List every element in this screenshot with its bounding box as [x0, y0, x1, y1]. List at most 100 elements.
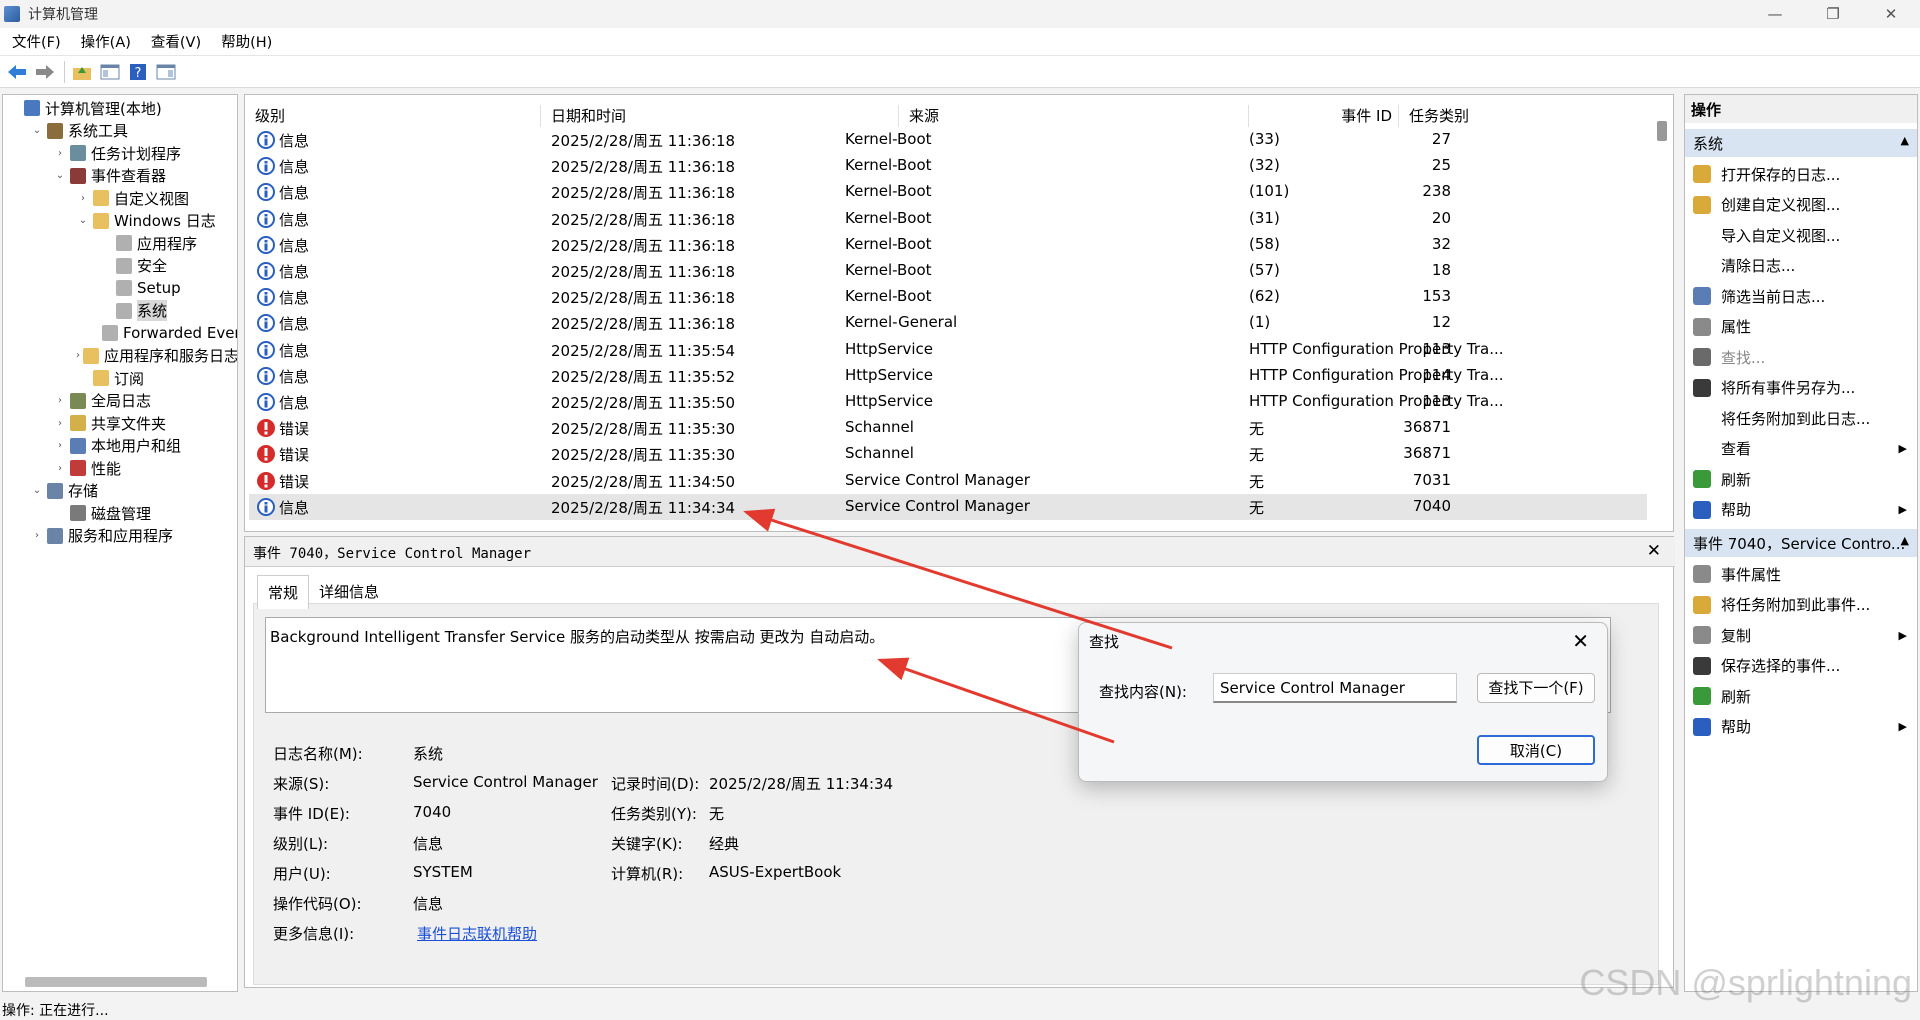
column-header-event-id[interactable]: 事件 ID: [1249, 105, 1399, 127]
action-item-label: 创建自定义视图...: [1721, 196, 1841, 214]
back-button[interactable]: [4, 59, 30, 85]
chevron-right-icon[interactable]: ›: [53, 395, 67, 406]
table-row[interactable]: 信息 2025/2/28/周五 11:36:18 Kernel-Boot 32 (58): [249, 232, 1647, 258]
tree-item[interactable]: ⌄ 事件查看器: [3, 165, 237, 188]
column-header-task-category[interactable]: 任务类别: [1399, 105, 1655, 127]
tree-item[interactable]: 应用程序: [3, 232, 237, 255]
action-item[interactable]: 帮助 ▶: [1685, 495, 1917, 525]
tree-item[interactable]: 系统: [3, 300, 237, 323]
tree-item[interactable]: › 共享文件夹: [3, 412, 237, 435]
maximize-button[interactable]: ❐: [1804, 0, 1862, 28]
action-item[interactable]: 创建自定义视图...: [1685, 190, 1917, 220]
table-row[interactable]: 错误 2025/2/28/周五 11:35:30 Schannel 36871 无: [249, 441, 1647, 467]
menu-action[interactable]: 操作(A): [69, 31, 139, 52]
tab-details[interactable]: 详细信息: [309, 575, 389, 609]
action-item[interactable]: 保存选择的事件...: [1685, 651, 1917, 681]
chevron-down-icon[interactable]: ⌄: [76, 215, 90, 226]
detail-close-icon[interactable]: ✕: [1647, 541, 1661, 561]
tree-item-label: 自定义视图: [114, 189, 190, 208]
chevron-right-icon[interactable]: ›: [30, 530, 44, 541]
tree-item[interactable]: 订阅: [3, 367, 237, 390]
cancel-button[interactable]: 取消(C): [1477, 735, 1595, 765]
action-item[interactable]: 导入自定义视图...: [1685, 220, 1917, 250]
menu-view[interactable]: 查看(V): [139, 31, 209, 52]
table-row[interactable]: 信息 2025/2/28/周五 11:36:18 Kernel-Boot 18 (57): [249, 258, 1647, 284]
tree-item[interactable]: ⌄ Windows 日志: [3, 210, 237, 233]
tree-item[interactable]: › 本地用户和组: [3, 435, 237, 458]
tree-item[interactable]: 磁盘管理: [3, 502, 237, 525]
table-row[interactable]: 信息 2025/2/28/周五 11:35:50 HttpService 113 HTT…: [249, 389, 1647, 415]
tree-item[interactable]: 安全: [3, 255, 237, 278]
menu-help[interactable]: 帮助(H): [209, 31, 280, 52]
action-item[interactable]: 打开保存的日志...: [1685, 159, 1917, 189]
tree-item[interactable]: › 任务计划程序: [3, 142, 237, 165]
table-row[interactable]: 信息 2025/2/28/周五 11:35:54 HttpService 113 HTT…: [249, 337, 1647, 363]
table-row[interactable]: 信息 2025/2/28/周五 11:34:34 Service Control M…: [249, 493, 1647, 520]
table-row[interactable]: 信息 2025/2/28/周五 11:36:18 Kernel-General 12 (…: [249, 310, 1647, 336]
chevron-right-icon[interactable]: ›: [76, 350, 80, 361]
find-next-button[interactable]: 查找下一个(F): [1477, 673, 1595, 703]
action-item[interactable]: 将任务附加到此日志...: [1685, 403, 1917, 433]
actions-section-system[interactable]: 系统 ▲: [1685, 129, 1917, 157]
action-item[interactable]: 复制 ▶: [1685, 620, 1917, 650]
chevron-down-icon[interactable]: ⌄: [30, 125, 44, 136]
tree-item[interactable]: ⌄ 存储: [3, 480, 237, 503]
action-item[interactable]: 将所有事件另存为...: [1685, 373, 1917, 403]
chevron-right-icon[interactable]: ›: [53, 440, 67, 451]
action-item[interactable]: 清除日志...: [1685, 251, 1917, 281]
table-row[interactable]: 信息 2025/2/28/周五 11:36:18 Kernel-Boot 20 (31): [249, 206, 1647, 232]
column-header-source[interactable]: 来源: [899, 105, 1249, 127]
table-row[interactable]: 错误 2025/2/28/周五 11:35:30 Schannel 36871 无: [249, 415, 1647, 441]
chevron-right-icon[interactable]: ›: [53, 418, 67, 429]
online-help-link[interactable]: 事件日志联机帮助: [417, 923, 537, 944]
cell-level: 信息: [279, 184, 310, 203]
action-item[interactable]: 帮助 ▶: [1685, 712, 1917, 742]
action-item[interactable]: 筛选当前日志...: [1685, 281, 1917, 311]
tree-item[interactable]: Forwarded Even: [3, 322, 237, 345]
action-item[interactable]: 查找...: [1685, 342, 1917, 372]
column-header-datetime[interactable]: 日期和时间: [541, 105, 899, 127]
action-item[interactable]: 属性: [1685, 312, 1917, 342]
chevron-right-icon[interactable]: ›: [76, 193, 90, 204]
action-item[interactable]: 查看 ▶: [1685, 434, 1917, 464]
tree-item[interactable]: › 全局日志: [3, 390, 237, 413]
column-header-level[interactable]: 级别: [245, 105, 541, 127]
up-folder-button[interactable]: [69, 59, 95, 85]
show-action-pane-button[interactable]: [153, 59, 179, 85]
chevron-down-icon[interactable]: ⌄: [30, 485, 44, 496]
forward-button[interactable]: [32, 59, 58, 85]
minimize-button[interactable]: —: [1746, 0, 1804, 28]
menu-file[interactable]: 文件(F): [0, 31, 69, 52]
action-item[interactable]: 事件属性: [1685, 559, 1917, 589]
help-toolbar-button[interactable]: ?: [125, 59, 151, 85]
action-item[interactable]: 刷新: [1685, 464, 1917, 494]
vertical-scrollbar[interactable]: [1657, 121, 1667, 141]
tree-item[interactable]: › 自定义视图: [3, 187, 237, 210]
chevron-right-icon[interactable]: ›: [53, 463, 67, 474]
info-icon: [257, 314, 275, 333]
horizontal-scrollbar[interactable]: [25, 977, 207, 987]
table-row[interactable]: 信息 2025/2/28/周五 11:36:18 Kernel-Boot 238 (10…: [249, 179, 1647, 205]
show-hide-tree-button[interactable]: [97, 59, 123, 85]
tree-item[interactable]: › 应用程序和服务日志: [3, 345, 237, 368]
actions-section-event[interactable]: 事件 7040，Service Contro... ▲: [1685, 529, 1917, 557]
action-item[interactable]: 刷新: [1685, 681, 1917, 711]
tree-item[interactable]: Setup: [3, 277, 237, 300]
table-row[interactable]: 信息 2025/2/28/周五 11:35:52 HttpService 114 HTT…: [249, 363, 1647, 389]
tree-item[interactable]: ⌄ 系统工具: [3, 120, 237, 143]
chevron-down-icon[interactable]: ⌄: [53, 170, 67, 181]
tree-item[interactable]: › 服务和应用程序: [3, 525, 237, 548]
table-row[interactable]: 错误 2025/2/28/周五 11:34:50 Service Control M…: [249, 468, 1647, 494]
dialog-close-icon[interactable]: ✕: [1572, 629, 1589, 653]
table-row[interactable]: 信息 2025/2/28/周五 11:36:18 Kernel-Boot 153 (62…: [249, 284, 1647, 310]
tree-item-label: 事件查看器: [91, 167, 167, 186]
tree-item[interactable]: 计算机管理(本地): [3, 97, 237, 120]
find-input[interactable]: Service Control Manager: [1213, 673, 1457, 703]
tab-general[interactable]: 常规: [257, 575, 310, 609]
chevron-right-icon[interactable]: ›: [53, 148, 67, 159]
action-item[interactable]: 将任务附加到此事件...: [1685, 590, 1917, 620]
table-row[interactable]: 信息 2025/2/28/周五 11:36:18 Kernel-Boot 25 (32): [249, 153, 1647, 179]
table-row[interactable]: 信息 2025/2/28/周五 11:36:18 Kernel-Boot 27 (33): [249, 127, 1647, 153]
close-button[interactable]: ✕: [1862, 0, 1920, 28]
tree-item[interactable]: › 性能: [3, 457, 237, 480]
